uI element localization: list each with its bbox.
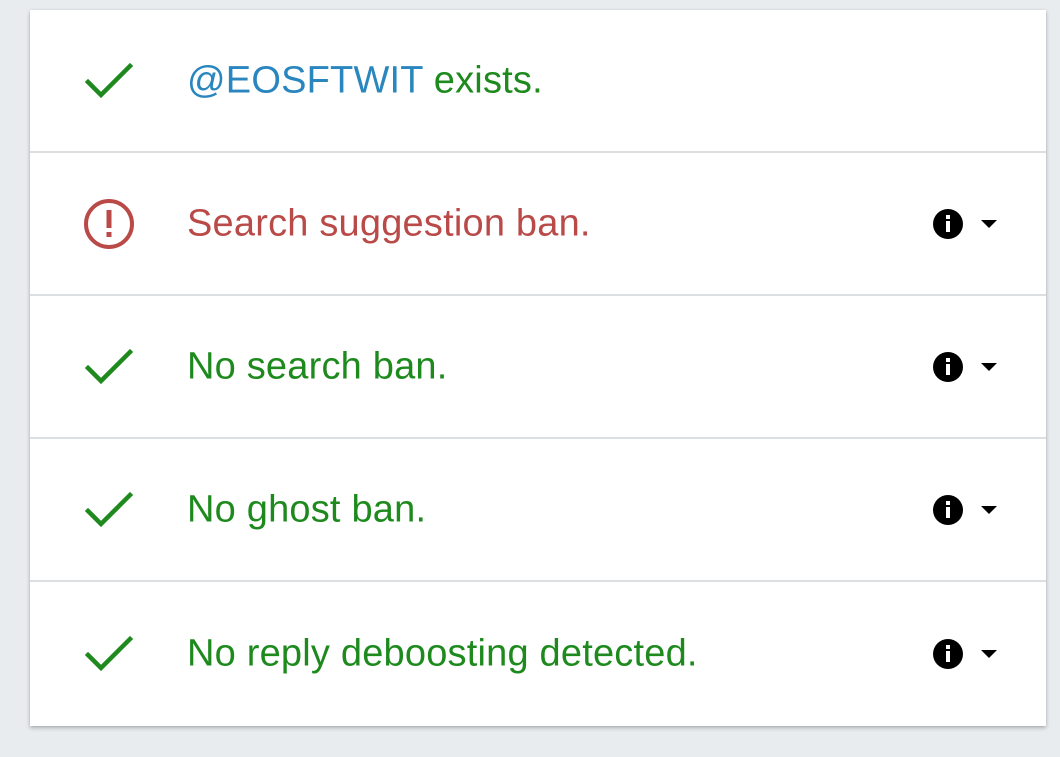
result-row-search-suggestion-ban: Search suggestion ban. [30,153,1046,296]
result-label: exists. [433,59,543,101]
caret-down-icon[interactable] [980,218,998,230]
result-label: No ghost ban. [187,488,427,530]
check-icon [82,340,136,394]
check-icon [82,54,136,108]
result-row-user-exists: @EOSFTWIT exists. [30,10,1046,153]
caret-down-icon[interactable] [980,361,998,373]
result-label: No search ban. [187,345,448,387]
result-row-ghost-ban: No ghost ban. [30,439,1046,582]
row-controls [932,351,998,383]
handle-link[interactable]: @EOSFTWIT [187,59,423,101]
row-controls [932,208,998,240]
check-icon [82,483,136,537]
info-icon[interactable] [932,494,964,526]
info-icon[interactable] [932,208,964,240]
result-row-search-ban: No search ban. [30,296,1046,439]
row-controls [932,494,998,526]
result-text: @EOSFTWIT exists. [187,59,543,102]
info-icon[interactable] [932,351,964,383]
info-icon[interactable] [932,638,964,670]
caret-down-icon[interactable] [980,504,998,516]
results-card: @EOSFTWIT exists. Search suggestion ban. [30,10,1046,726]
check-icon [82,627,136,681]
caret-down-icon[interactable] [980,648,998,660]
exclamation-circle-icon [82,197,136,251]
result-row-reply-deboosting: No reply deboosting detected. [30,582,1046,726]
result-label: Search suggestion ban. [187,202,591,244]
result-label: No reply deboosting detected. [187,632,698,675]
row-controls [932,638,998,670]
